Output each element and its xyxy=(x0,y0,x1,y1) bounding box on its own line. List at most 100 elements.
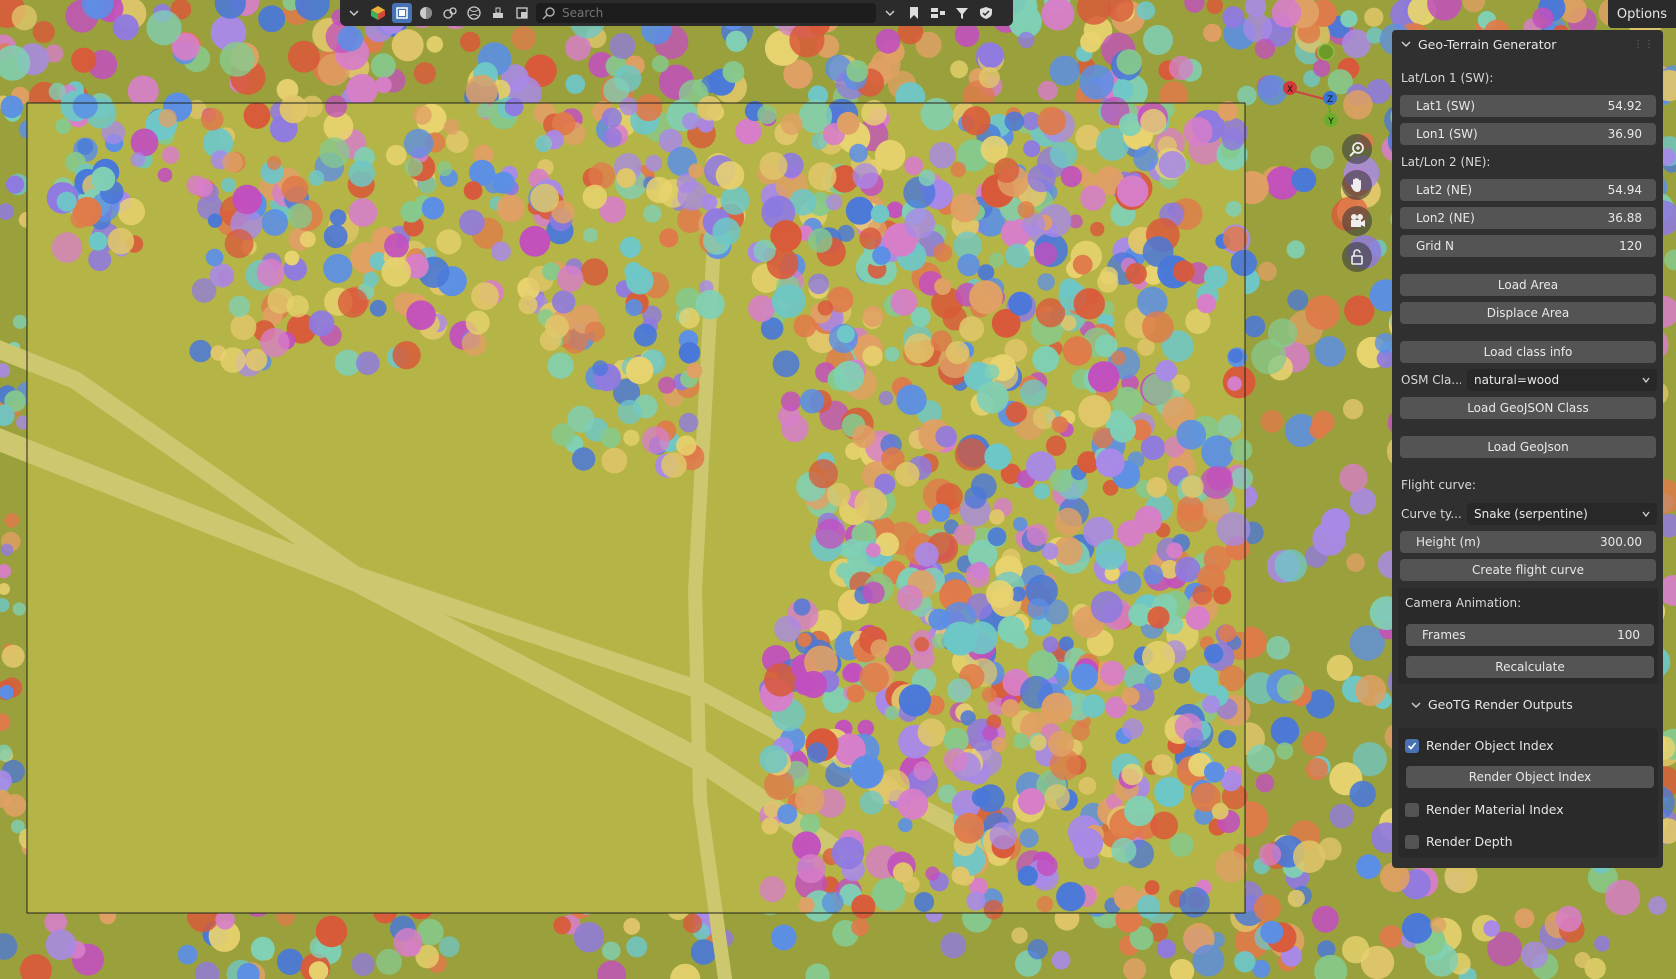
create-flight-curve-button[interactable]: Create flight curve xyxy=(1400,559,1656,581)
tree-blob xyxy=(256,258,285,287)
chevron-down-icon[interactable] xyxy=(880,3,900,23)
lat2-field[interactable]: Lat2 (NE) 54.94 xyxy=(1400,179,1656,201)
tree-blob xyxy=(1056,881,1086,912)
overlay-icon[interactable] xyxy=(488,3,508,23)
tree-blob xyxy=(1156,939,1177,959)
tree-blob xyxy=(679,307,700,329)
tree-blob xyxy=(914,542,939,567)
zoom-icon[interactable] xyxy=(1342,134,1372,164)
hand-icon[interactable] xyxy=(1342,170,1372,200)
tree-blob xyxy=(1090,591,1123,624)
tree-blob xyxy=(957,253,980,277)
load-class-info-button[interactable]: Load class info xyxy=(1400,341,1656,363)
height-field[interactable]: Height (m) 300.00 xyxy=(1400,531,1656,553)
render-object-index-button[interactable]: Render Object Index xyxy=(1406,766,1654,788)
tree-blob xyxy=(582,184,607,209)
shading-rendered-icon[interactable] xyxy=(464,3,484,23)
tree-blob xyxy=(3,793,27,817)
chevron-down-icon[interactable] xyxy=(1400,38,1412,50)
tree-blob xyxy=(287,40,320,73)
tree-blob xyxy=(1176,419,1207,450)
navigation-gizmo[interactable]: X Z Y xyxy=(1280,40,1344,130)
options-button[interactable]: Options xyxy=(1608,0,1676,28)
recalculate-button[interactable]: Recalculate xyxy=(1406,656,1654,678)
panel-header[interactable]: Geo-Terrain Generator ⋮⋮ xyxy=(1392,30,1663,58)
tree-blob xyxy=(969,280,1003,315)
shading-material-icon[interactable] xyxy=(440,3,460,23)
osm-class-dropdown[interactable]: natural=wood xyxy=(1467,369,1657,391)
tree-blob xyxy=(189,339,212,363)
tree-blob xyxy=(1514,908,1535,929)
tree-blob xyxy=(1011,927,1028,944)
checkbox-icon[interactable] xyxy=(1405,802,1419,817)
tree-blob xyxy=(205,248,224,267)
tree-blob xyxy=(994,157,1020,183)
tree-blob xyxy=(796,854,826,884)
search-icon xyxy=(542,7,555,20)
tree-blob xyxy=(1111,837,1137,864)
grid-n-field[interactable]: Grid N 120 xyxy=(1400,235,1656,257)
shading-solid-box-icon[interactable] xyxy=(392,3,412,23)
tree-blob xyxy=(884,705,900,720)
tree-blob xyxy=(369,299,387,317)
tree-blob xyxy=(645,154,663,172)
tree-blob xyxy=(1019,828,1039,848)
tree-blob xyxy=(130,128,159,157)
load-area-button[interactable]: Load Area xyxy=(1400,274,1656,296)
load-geojson-class-button[interactable]: Load GeoJSON Class xyxy=(1400,397,1656,419)
load-geojson-button[interactable]: Load GeoJson xyxy=(1400,436,1656,458)
tree-blob xyxy=(1079,64,1114,100)
camera-icon[interactable] xyxy=(1342,206,1372,236)
render-material-index-row[interactable]: Render Material Index xyxy=(1405,802,1564,817)
tree-blob xyxy=(511,26,536,51)
shield-icon[interactable] xyxy=(976,3,996,23)
filter-icon[interactable] xyxy=(952,3,972,23)
tree-blob xyxy=(72,197,102,227)
tree-blob xyxy=(476,103,492,118)
render-outputs-header[interactable]: GeoTG Render Outputs xyxy=(1410,697,1573,712)
view-layer-icon[interactable] xyxy=(928,3,948,23)
chevron-down-icon[interactable] xyxy=(344,3,364,23)
tree-blob xyxy=(799,389,825,414)
tree-blob xyxy=(1287,889,1305,908)
tree-blob xyxy=(676,435,697,456)
tree-blob xyxy=(978,67,1000,89)
render-object-index-check-row[interactable]: Render Object Index xyxy=(1405,738,1554,753)
tree-blob xyxy=(795,784,825,815)
curve-type-dropdown[interactable]: Snake (serpentine) xyxy=(1467,503,1657,525)
tree-blob xyxy=(1122,718,1144,740)
bookmark-icon[interactable] xyxy=(904,3,924,23)
tree-blob xyxy=(971,788,991,807)
curve-type-row: Curve ty... Snake (serpentine) xyxy=(1401,503,1657,525)
tree-blob xyxy=(872,246,891,265)
checkbox-icon[interactable] xyxy=(1405,738,1419,753)
frames-field[interactable]: Frames 100 xyxy=(1406,624,1654,646)
tree-blob xyxy=(1594,935,1611,952)
tree-blob xyxy=(329,209,347,226)
tree-blob xyxy=(697,96,722,121)
checkbox-icon[interactable] xyxy=(1405,834,1419,849)
tree-blob xyxy=(780,391,801,412)
tree-blob xyxy=(982,725,998,741)
render-depth-row[interactable]: Render Depth xyxy=(1405,834,1513,849)
search-field[interactable] xyxy=(536,3,876,23)
shading-solid-icon[interactable] xyxy=(416,3,436,23)
search-input[interactable] xyxy=(562,6,862,20)
tree-blob xyxy=(896,384,927,415)
lon1-field[interactable]: Lon1 (SW) 36.90 xyxy=(1400,123,1656,145)
tree-blob xyxy=(928,142,956,169)
color-cube-icon[interactable] xyxy=(368,3,388,23)
drag-handle-icon[interactable]: ⋮⋮ xyxy=(1633,39,1655,50)
lon2-field[interactable]: Lon2 (NE) 36.88 xyxy=(1400,207,1656,229)
gizmo-icon[interactable] xyxy=(512,3,532,23)
tree-blob xyxy=(112,14,139,41)
lock-icon[interactable] xyxy=(1342,242,1372,272)
tree-blob xyxy=(1293,840,1326,873)
lat1-field[interactable]: Lat1 (SW) 54.92 xyxy=(1400,95,1656,117)
displace-area-button[interactable]: Displace Area xyxy=(1400,302,1656,324)
tree-blob xyxy=(443,118,460,135)
tree-blob xyxy=(1008,291,1033,316)
tree-blob xyxy=(1251,339,1287,375)
grid-n-label: Grid N xyxy=(1416,239,1454,253)
tree-blob xyxy=(261,209,289,236)
